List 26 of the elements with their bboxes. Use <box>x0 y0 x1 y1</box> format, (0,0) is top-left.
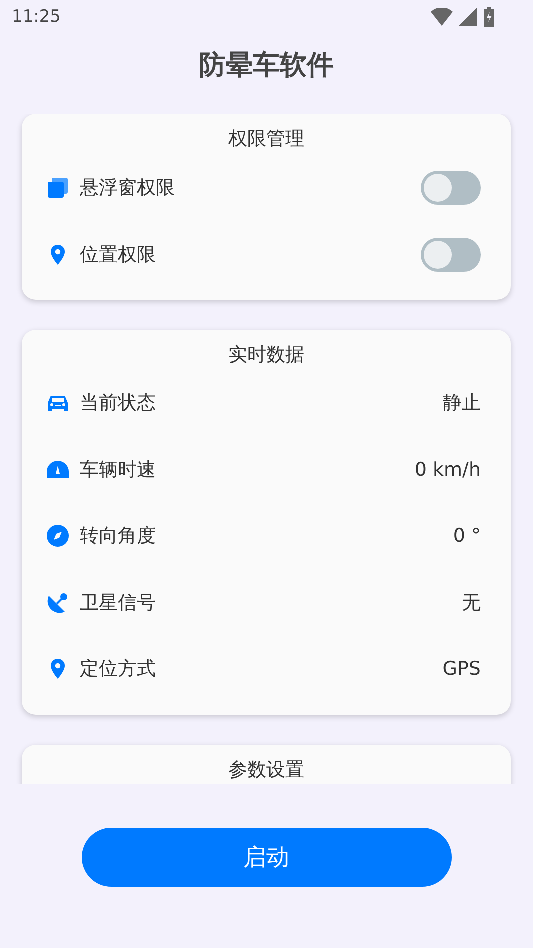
compass-icon <box>46 524 70 548</box>
satellite-dish-icon <box>46 590 70 615</box>
battery-icon <box>483 7 495 27</box>
toggle-switch[interactable] <box>421 238 481 272</box>
data-value: 0 km/h <box>414 458 481 481</box>
data-value: 0 ° <box>453 525 481 548</box>
wifi-icon <box>431 8 453 26</box>
data-label: 转向角度 <box>80 524 157 550</box>
card-title: 实时数据 <box>228 343 306 368</box>
data-label: 当前状态 <box>80 391 157 416</box>
data-value: GPS <box>442 658 481 680</box>
permission-label: 悬浮窗权限 <box>80 176 176 200</box>
status-time: 11:25 <box>12 7 61 27</box>
data-label: 车辆时速 <box>80 458 157 483</box>
toggle-switch[interactable] <box>421 170 481 204</box>
data-label: 定位方式 <box>80 657 157 682</box>
card-title: 参数设置 <box>228 758 306 782</box>
signal-icon <box>459 8 477 26</box>
start-button[interactable]: 启动 <box>82 828 452 887</box>
app-title: 防晕车软件 <box>198 49 335 83</box>
permission-label: 位置权限 <box>80 242 157 268</box>
data-label: 卫星信号 <box>80 590 157 616</box>
layers-icon <box>46 176 70 200</box>
card-title: 权限管理 <box>228 127 306 152</box>
data-value: 无 <box>462 590 481 616</box>
data-value: 静止 <box>443 391 481 416</box>
